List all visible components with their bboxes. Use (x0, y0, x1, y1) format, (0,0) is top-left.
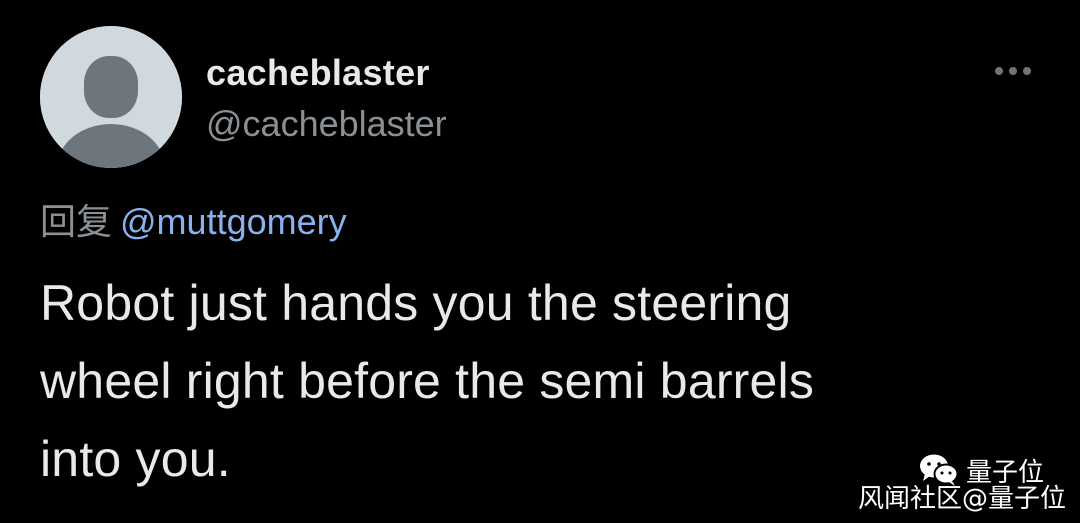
more-options-button[interactable] (986, 56, 1042, 86)
reply-prefix: 回复 (40, 202, 113, 243)
tweet-text: Robot just hands you the steering wheel … (40, 264, 1000, 498)
more-horizontal-icon (995, 67, 1031, 75)
author-handle[interactable]: @cacheblaster (206, 103, 447, 145)
reply-context: 回复 @muttgomery (40, 193, 347, 245)
avatar[interactable] (40, 26, 182, 168)
watermark-source: 风闻社区@量子位 (858, 484, 1067, 514)
default-profile-icon (40, 26, 182, 168)
reply-mention-link[interactable]: @muttgomery (120, 201, 347, 242)
tweet-text-line: into you. (40, 431, 231, 487)
tweet-card: cacheblaster @cacheblaster 回复 @muttgomery… (0, 0, 1080, 523)
tweet-text-line: Robot just hands you the steering (40, 275, 792, 331)
tweet-text-line: wheel right before the semi barrels (40, 353, 815, 409)
author-display-name[interactable]: cacheblaster (206, 52, 430, 94)
